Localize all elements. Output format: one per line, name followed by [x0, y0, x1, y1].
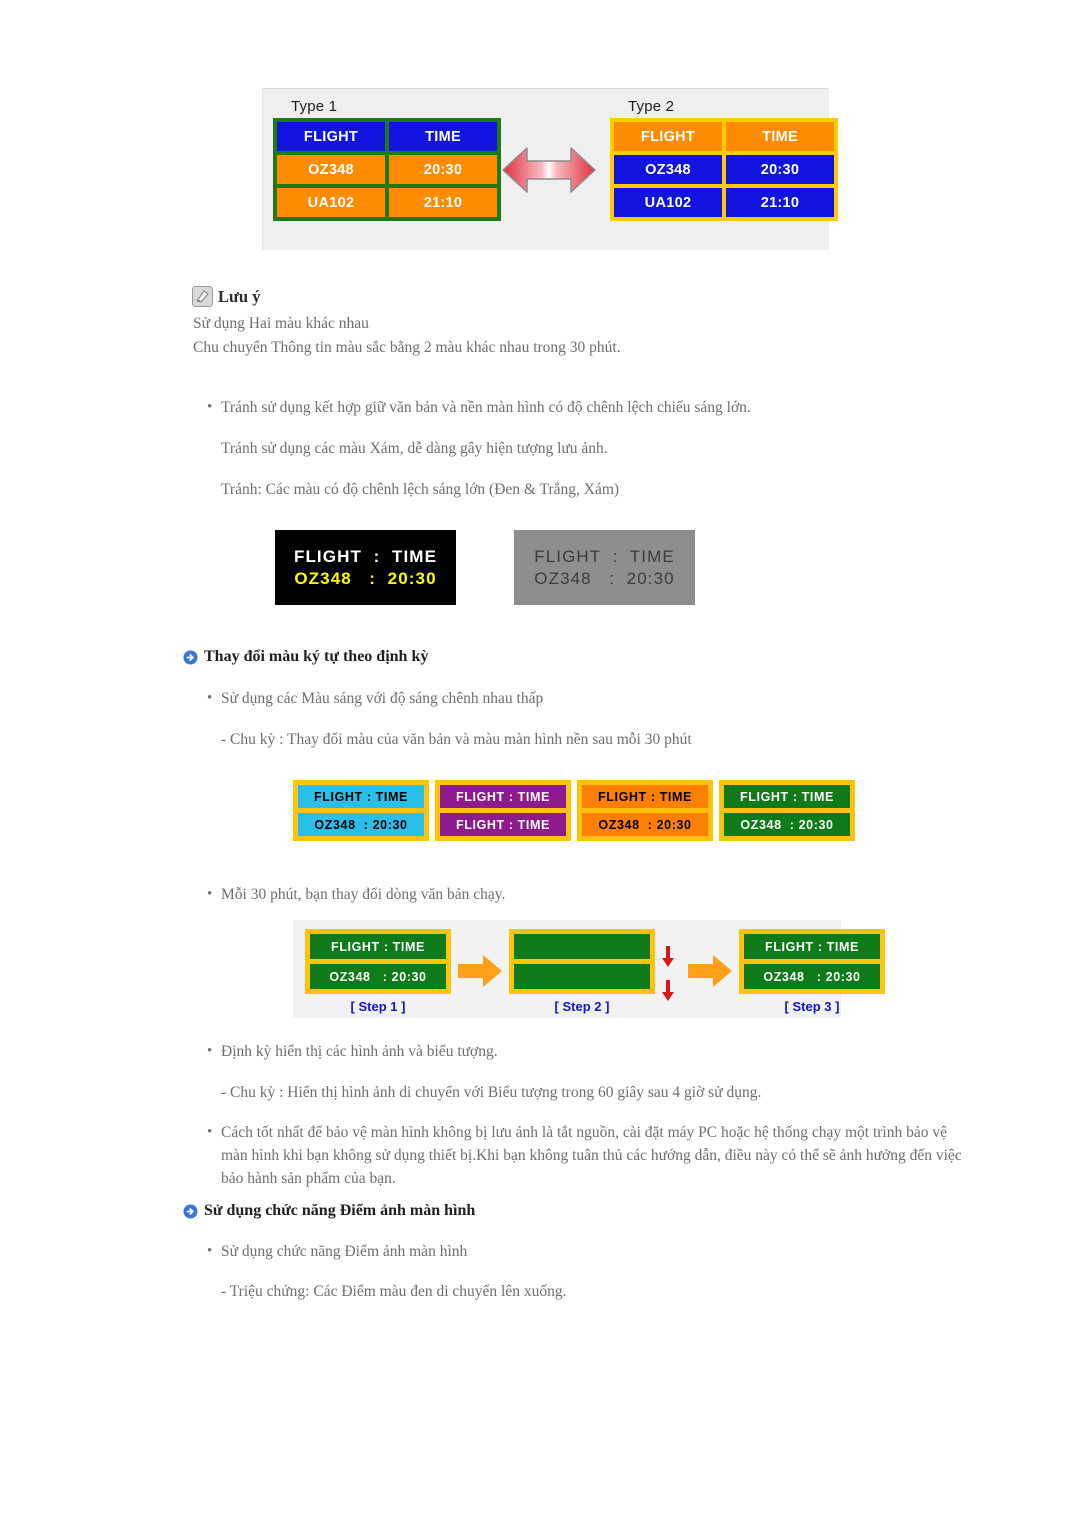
type2-cell: UA102	[614, 188, 722, 217]
step-3-label: [ Step 3 ]	[784, 999, 840, 1014]
color-change-detail-1: - Chu kỳ : Thay đổi màu của văn bản và m…	[221, 731, 692, 748]
cycle-panel-row: FLIGHT : TIME	[724, 785, 850, 808]
type1-cell: 21:10	[389, 188, 497, 217]
dark-panel-line-1: FLIGHT : TIME	[293, 546, 438, 566]
image-section-item-2-line-3: bảo hành sản phẩm của bạn.	[221, 1170, 396, 1187]
type1-group: Type 1 FLIGHT TIME OZ348 20:30 UA102 21:…	[273, 89, 501, 221]
bullet-dot: •	[207, 690, 213, 706]
type1-cell: 20:30	[389, 155, 497, 184]
cycle-panel: FLIGHT : TIME FLIGHT : TIME	[435, 780, 571, 841]
bullet-dot: •	[207, 886, 213, 902]
image-section-detail-1: - Chu kỳ : Hiển thị hình ảnh di chuyển v…	[221, 1084, 762, 1101]
note-pen-icon	[192, 286, 213, 307]
type1-label: Type 1	[291, 98, 338, 115]
image-section-item-2: • Cách tốt nhất để bảo vệ màn hình không…	[207, 1122, 987, 1144]
type2-cell: 20:30	[726, 155, 834, 184]
figure-color-cycle: FLIGHT : TIME OZ348 : 20:30 FLIGHT : TIM…	[293, 780, 855, 841]
cycle-panel: FLIGHT : TIME OZ348 : 20:30	[293, 780, 429, 841]
type1-board: FLIGHT TIME OZ348 20:30 UA102 21:10	[273, 118, 501, 221]
step-3-row-2: OZ348 : 20:30	[744, 964, 880, 989]
cycle-panel-row: FLIGHT : TIME	[440, 813, 566, 836]
gray-panel-line-1: FLIGHT : TIME	[534, 546, 675, 566]
type1-cell: TIME	[389, 122, 497, 151]
type2-group: Type 2 FLIGHT TIME OZ348 20:30 UA102 21:…	[610, 89, 838, 221]
bullet-dot: •	[207, 399, 213, 415]
figure-type-comparison: Type 1 FLIGHT TIME OZ348 20:30 UA102 21:…	[262, 88, 838, 250]
color-change-item-1-text: Sử dụng các Màu sáng với độ sáng chênh n…	[221, 690, 544, 707]
screen-pixel-item-1: • Sử dụng chức năng Điểm ảnh màn hình	[207, 1241, 907, 1263]
dark-panel-line-2: OZ348 : 20:30	[294, 568, 437, 588]
step-3-board: FLIGHT : TIME OZ348 : 20:30	[739, 929, 885, 994]
color-change-item-2: • Mỗi 30 phút, bạn thay đổi dòng văn bản…	[207, 884, 907, 906]
step-3-unit: FLIGHT : TIME OZ348 : 20:30 [ Step 3 ]	[739, 920, 885, 1014]
down-arrow-icon	[661, 980, 675, 1007]
step-2-board: KA1710 : 12:00 AA0025 : 12:35 UA0710 : 1…	[509, 929, 655, 994]
type2-cell: 21:10	[726, 188, 834, 217]
bullet-dot: •	[207, 1124, 213, 1140]
type2-cell: TIME	[726, 122, 834, 151]
figure-contrast-panels: FLIGHT : TIME OZ348 : 20:30 FLIGHT : TIM…	[275, 530, 695, 605]
cycle-panel-row: FLIGHT : TIME	[582, 785, 708, 808]
section-title-screen-pixel: Sử dụng chức năng Điểm ảnh màn hình	[204, 1202, 476, 1219]
avoid-item-1-text: Tránh sử dụng kết hợp giữ văn bản và nền…	[221, 399, 751, 416]
color-change-item-2-text: Mỗi 30 phút, bạn thay đổi dòng văn bản c…	[221, 886, 506, 903]
step-2-unit: KA1710 : 12:00 AA0025 : 12:35 UA0710 : 1…	[509, 920, 655, 1014]
step-1-unit: FLIGHT : TIME OZ348 : 20:30 [ Step 1 ]	[305, 920, 451, 1014]
right-arrow-icon	[681, 954, 739, 993]
type1-cell: FLIGHT	[277, 122, 385, 151]
section-heading-screen-pixel: Sử dụng chức năng Điểm ảnh màn hình	[183, 1202, 475, 1220]
note-line-2: Chu chuyển Thông tin màu sắc bằng 2 màu …	[193, 339, 621, 356]
cycle-panel: FLIGHT : TIME OZ348 : 20:30	[577, 780, 713, 841]
dark-panel: FLIGHT : TIME OZ348 : 20:30	[275, 530, 456, 605]
cycle-panel-row: OZ348 : 20:30	[724, 813, 850, 836]
cycle-panel-row: OZ348 : 20:30	[582, 813, 708, 836]
step-1-label: [ Step 1 ]	[350, 999, 406, 1014]
cycle-panel: FLIGHT : TIME OZ348 : 20:30	[719, 780, 855, 841]
image-section-item-2-line-1: Cách tốt nhất để bảo vệ màn hình không b…	[221, 1124, 947, 1141]
gray-panel: FLIGHT : TIME OZ348 : 20:30	[514, 530, 695, 605]
gray-panel-line-2: OZ348 : 20:30	[534, 568, 675, 588]
down-arrow-icon	[661, 946, 675, 973]
cycle-panel-row: OZ348 : 20:30	[298, 813, 424, 836]
right-arrow-icon	[451, 954, 509, 993]
cycle-panel-row: FLIGHT : TIME	[298, 785, 424, 808]
step-2-label: [ Step 2 ]	[554, 999, 610, 1014]
section-heading-color-change: Thay đổi màu ký tự theo định kỳ	[183, 648, 428, 666]
bullet-dot: •	[207, 1043, 213, 1059]
screen-pixel-detail-1: - Triệu chứng: Các Điểm màu đen di chuyể…	[221, 1283, 567, 1300]
step-3-row-1: FLIGHT : TIME	[744, 934, 880, 959]
step-1-board: FLIGHT : TIME OZ348 : 20:30	[305, 929, 451, 994]
figure-steps: FLIGHT : TIME OZ348 : 20:30 [ Step 1 ] K…	[293, 920, 885, 1018]
section-title-color-change: Thay đổi màu ký tự theo định kỳ	[204, 648, 429, 665]
blue-arrow-bullet-icon	[183, 1204, 198, 1219]
note-heading: Lưu ý	[192, 286, 260, 307]
screen-pixel-item-1-text: Sử dụng chức năng Điểm ảnh màn hình	[221, 1243, 468, 1260]
note-line-1: Sử dụng Hai màu khác nhau	[193, 315, 369, 332]
avoid-item-2-text: Tránh sử dụng các màu Xám, dễ dàng gây h…	[221, 440, 608, 457]
bullet-dot: •	[207, 1243, 213, 1259]
note-title: Lưu ý	[218, 286, 261, 306]
step-1-row-2: OZ348 : 20:30	[310, 964, 446, 989]
avoid-item-1: • Tránh sử dụng kết hợp giữ văn bản và n…	[207, 397, 907, 419]
image-section-item-1: • Định kỳ hiển thị các hình ảnh và biểu …	[207, 1041, 967, 1063]
type2-cell: OZ348	[614, 155, 722, 184]
type2-label: Type 2	[628, 98, 675, 115]
type1-cell: UA102	[277, 188, 385, 217]
type2-board: FLIGHT TIME OZ348 20:30 UA102 21:10	[610, 118, 838, 221]
image-section-item-1-text: Định kỳ hiển thị các hình ảnh và biểu tư…	[221, 1043, 498, 1060]
step-2-row-2: UA0710 : 13:30 KL0125 : 13:50	[514, 964, 650, 989]
down-arrows-group	[655, 946, 681, 1007]
blue-arrow-bullet-icon	[183, 650, 198, 665]
color-change-item-1: • Sử dụng các Màu sáng với độ sáng chênh…	[207, 688, 907, 710]
avoid-item-3-text: Tránh: Các màu có độ chênh lệch sáng lớn…	[221, 481, 620, 498]
type2-cell: FLIGHT	[614, 122, 722, 151]
type1-cell: OZ348	[277, 155, 385, 184]
double-headed-arrow-icon	[501, 89, 597, 250]
cycle-panel-row: FLIGHT : TIME	[440, 785, 566, 808]
step-1-row-1: FLIGHT : TIME	[310, 934, 446, 959]
step-2-row-1: KA1710 : 12:00 AA0025 : 12:35	[514, 934, 650, 959]
image-section-item-2-line-2: màn hình khi bạn không sử dụng thiết bị.…	[221, 1147, 962, 1164]
